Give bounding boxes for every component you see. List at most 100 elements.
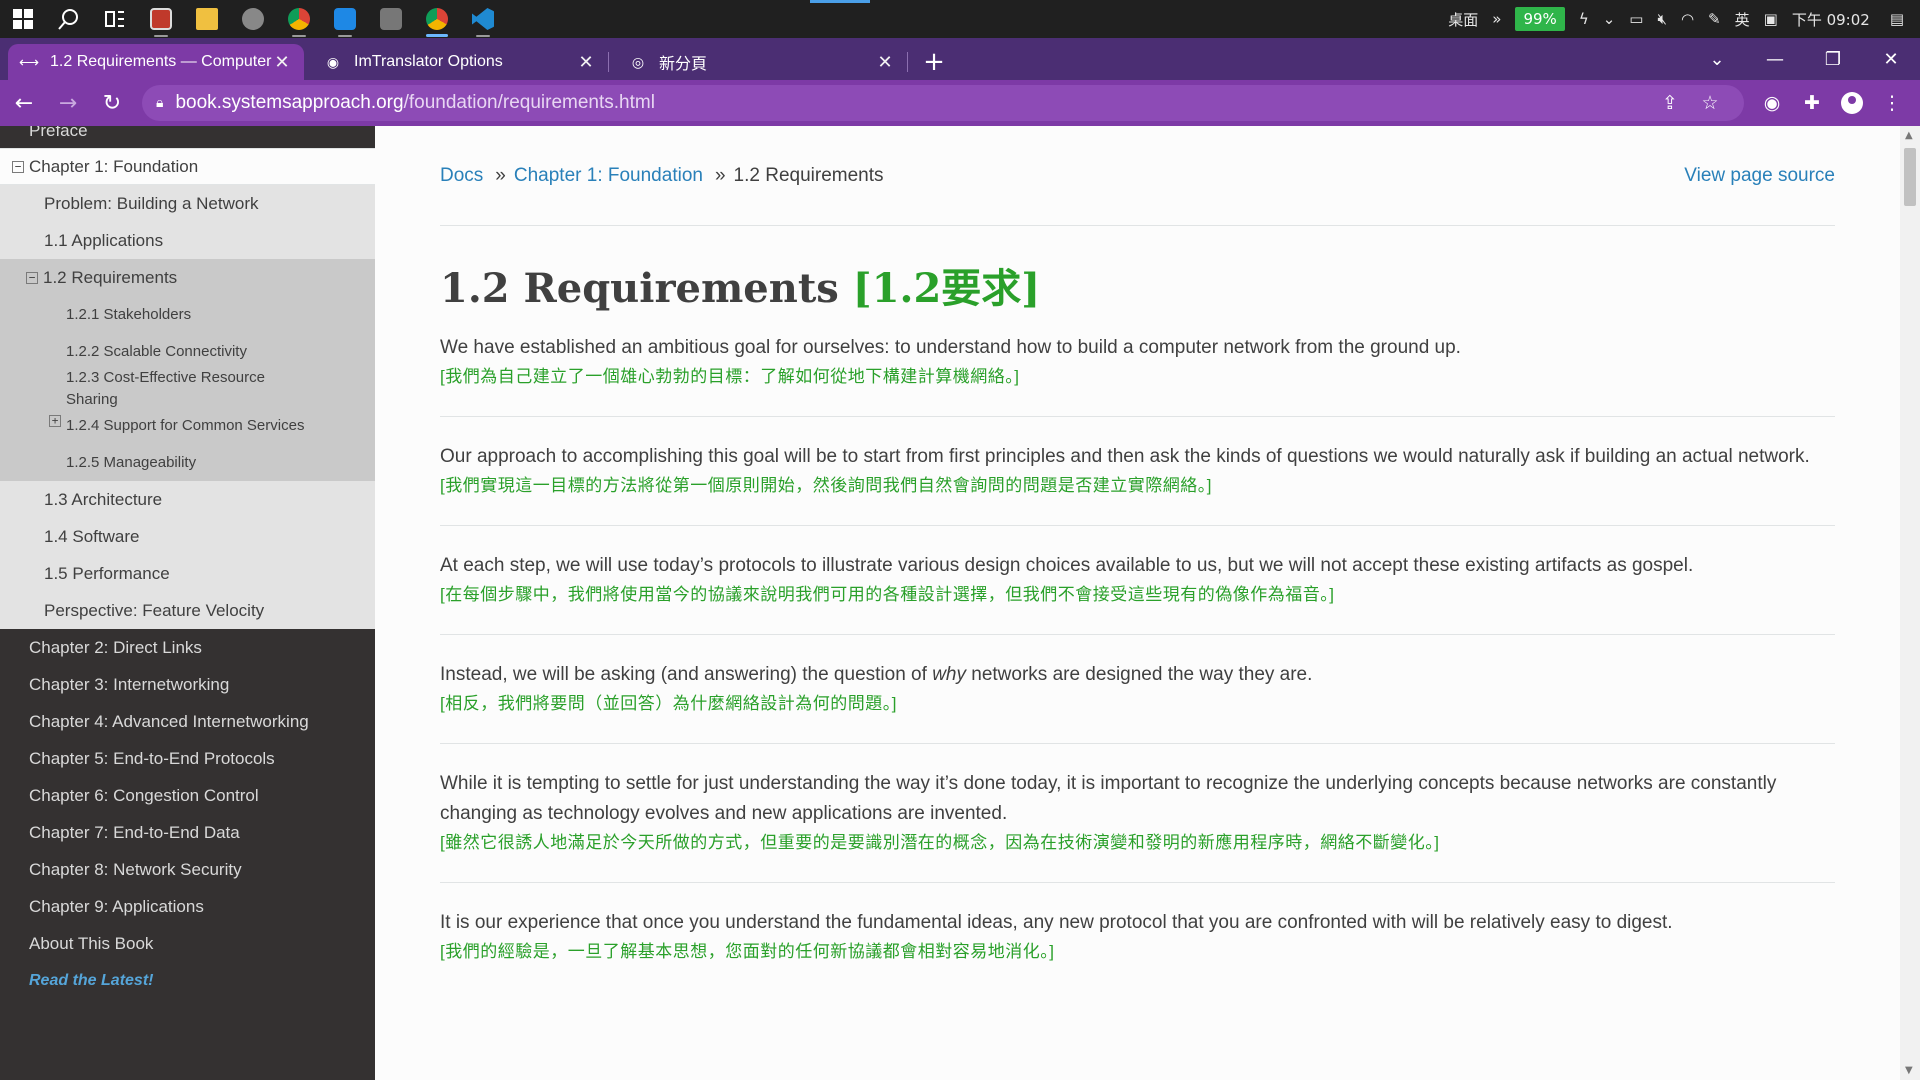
- new-tab-button[interactable]: +: [916, 44, 952, 80]
- close-tab-icon[interactable]: ✕: [576, 52, 596, 73]
- url-text[interactable]: book.systemsapproach.org/foundation/requ…: [175, 92, 1650, 114]
- sidebar-item-chapter-1[interactable]: − Chapter 1: Foundation: [0, 148, 375, 185]
- breadcrumb-separator: »: [495, 164, 506, 186]
- task-view-button[interactable]: [92, 0, 138, 38]
- paragraph-text: At each step, we will use today’s protoc…: [440, 555, 1694, 576]
- sidebar-item-preface[interactable]: Preface: [0, 126, 375, 148]
- sidebar-item-chapter-8[interactable]: Chapter 8: Network Security: [0, 851, 375, 888]
- pen-icon[interactable]: ✎: [1708, 10, 1721, 28]
- taskbar-app-chrome[interactable]: [276, 0, 322, 38]
- start-button[interactable]: [0, 0, 46, 38]
- battery-indicator[interactable]: 99%: [1515, 7, 1565, 31]
- taskbar-app-media[interactable]: [322, 0, 368, 38]
- share-icon[interactable]: ⇪: [1650, 92, 1690, 114]
- address-bar[interactable]: 🔒︎ book.systemsapproach.org/foundation/r…: [142, 85, 1744, 121]
- ime-language[interactable]: 英: [1735, 9, 1750, 30]
- wifi-icon[interactable]: ◠: [1681, 10, 1694, 28]
- back-button[interactable]: ←: [4, 83, 44, 123]
- vscode-icon: [472, 8, 494, 30]
- taskbar-app-chrome-profile[interactable]: [414, 0, 460, 38]
- tab-title: 1.2 Requirements — Computer: [50, 53, 272, 70]
- sidebar-item-problem[interactable]: Problem: Building a Network: [0, 185, 375, 222]
- main-content: Docs » Chapter 1: Foundation » 1.2 Requi…: [375, 126, 1900, 1080]
- paragraph-translation: [相反，我們將要問（並回答）為什麼網絡設計為何的問題。]: [440, 694, 897, 713]
- sidebar-item-about[interactable]: About This Book: [0, 925, 375, 962]
- taskbar-app-cloud[interactable]: [230, 0, 276, 38]
- paragraph: It is our experience that once you under…: [440, 883, 1835, 991]
- bookmark-star-icon[interactable]: ☆: [1690, 92, 1730, 114]
- sidebar-item-cost-effective[interactable]: 1.2.3 Cost-Effective Resource Sharing: [0, 369, 375, 408]
- sidebar-item-stakeholders[interactable]: 1.2.1 Stakeholders: [0, 296, 375, 333]
- ime-mode-icon[interactable]: ▣: [1764, 10, 1778, 28]
- scroll-down-arrow-icon[interactable]: ▼: [1905, 1065, 1913, 1076]
- url-path: /foundation/requirements.html: [403, 92, 655, 113]
- minimize-button[interactable]: —: [1746, 49, 1804, 70]
- sidebar-item-common-services[interactable]: + 1.2.4 Support for Common Services: [0, 407, 375, 444]
- collapse-toggle-icon[interactable]: −: [26, 271, 38, 284]
- lock-icon[interactable]: 🔒︎: [156, 95, 163, 111]
- imtranslator-extension-icon[interactable]: ◉: [1752, 83, 1792, 123]
- tab-requirements[interactable]: ⟷ 1.2 Requirements — Computer ✕: [8, 44, 304, 80]
- close-tab-icon[interactable]: ✕: [875, 52, 895, 73]
- sidebar-item-label: Chapter 1: Foundation: [29, 156, 199, 176]
- close-window-button[interactable]: ✕: [1862, 49, 1920, 70]
- book-favicon-icon: ⟷: [18, 53, 40, 70]
- sidebar-item-chapter-7[interactable]: Chapter 7: End-to-End Data: [0, 814, 375, 851]
- reload-button[interactable]: ↻: [92, 83, 132, 123]
- scroll-up-arrow-icon[interactable]: ▲: [1905, 130, 1913, 141]
- sidebar-item-chapter-3[interactable]: Chapter 3: Internetworking: [0, 666, 375, 703]
- sidebar-item-applications[interactable]: 1.1 Applications: [0, 222, 375, 259]
- breadcrumb-docs-link[interactable]: Docs: [440, 165, 483, 187]
- search-icon: [58, 9, 78, 30]
- taskbar-app-explorer[interactable]: [184, 0, 230, 38]
- sidebar-level2: Problem: Building a Network 1.1 Applicat…: [0, 185, 375, 629]
- collapse-toggle-icon[interactable]: −: [12, 160, 24, 173]
- breadcrumb-chapter-link[interactable]: Chapter 1: Foundation: [514, 165, 703, 187]
- clock[interactable]: 下午 09:02: [1792, 9, 1870, 30]
- sidebar-item-requirements[interactable]: − 1.2 Requirements: [0, 259, 375, 296]
- notification-icon[interactable]: ▤: [1890, 10, 1904, 28]
- taskbar-app-vscode[interactable]: [460, 0, 506, 38]
- tab-search-icon[interactable]: ⌄: [1688, 49, 1746, 70]
- battery-icon[interactable]: ▭: [1629, 10, 1643, 28]
- sidebar-item-manageability[interactable]: 1.2.5 Manageability: [0, 444, 375, 481]
- sidebar-item-chapter-2[interactable]: Chapter 2: Direct Links: [0, 629, 375, 666]
- tab-new-tab[interactable]: ◎ 新分頁 ✕: [617, 44, 907, 80]
- sidebar-item-chapter-6[interactable]: Chapter 6: Congestion Control: [0, 777, 375, 814]
- forward-button[interactable]: →: [48, 83, 88, 123]
- close-tab-icon[interactable]: ✕: [272, 52, 292, 73]
- chrome-favicon-icon: ◎: [631, 53, 645, 70]
- volume-muted-icon[interactable]: 🔇︎: [1657, 10, 1666, 28]
- scrollbar-thumb[interactable]: [1904, 148, 1916, 206]
- menu-kebab-icon[interactable]: ⋮: [1872, 83, 1912, 123]
- sidebar-item-chapter-4[interactable]: Chapter 4: Advanced Internetworking: [0, 703, 375, 740]
- sidebar-item-scalable-connectivity[interactable]: 1.2.2 Scalable Connectivity: [0, 333, 375, 370]
- arrow-right-icon: →: [58, 90, 78, 116]
- tab-separator: [608, 52, 609, 72]
- chevron-down-icon[interactable]: ⌄: [1603, 10, 1616, 28]
- read-latest-link[interactable]: Read the Latest!: [0, 962, 375, 999]
- sidebar-item-chapter-9[interactable]: Chapter 9: Applications: [0, 888, 375, 925]
- ime-desktop-label[interactable]: 桌面: [1448, 9, 1478, 30]
- page-title-text: 1.2 Requirements: [440, 265, 839, 312]
- sidebar-item-architecture[interactable]: 1.3 Architecture: [0, 481, 375, 518]
- paragraph-translation: [雖然它很誘人地滿足於今天所做的方式，但重要的是要識別潛在的概念，因為在技術演變…: [440, 833, 1440, 852]
- sidebar-item-feature-velocity[interactable]: Perspective: Feature Velocity: [0, 592, 375, 629]
- tab-imtranslator-options[interactable]: ◉ ImTranslator Options ✕: [312, 44, 608, 80]
- overflow-chevron-icon[interactable]: »: [1492, 10, 1501, 28]
- view-page-source-link[interactable]: View page source: [1684, 165, 1835, 187]
- extensions-puzzle-icon[interactable]: ✚: [1792, 83, 1832, 123]
- sidebar-item-software[interactable]: 1.4 Software: [0, 518, 375, 555]
- expand-toggle-icon[interactable]: +: [49, 415, 61, 427]
- tab-title: ImTranslator Options: [354, 53, 503, 70]
- restore-button[interactable]: ❐: [1804, 49, 1862, 70]
- page-scrollbar[interactable]: ▲ ▼: [1900, 126, 1920, 1080]
- taskbar-app-tool[interactable]: [368, 0, 414, 38]
- paragraph: We have established an ambitious goal fo…: [440, 311, 1835, 417]
- sidebar-item-performance[interactable]: 1.5 Performance: [0, 555, 375, 592]
- taskbar-app-reader[interactable]: [138, 0, 184, 38]
- sidebar-item-chapter-5[interactable]: Chapter 5: End-to-End Protocols: [0, 740, 375, 777]
- profile-button[interactable]: [1832, 83, 1872, 123]
- search-button[interactable]: [46, 0, 92, 38]
- sidebar-navigation: Preface − Chapter 1: Foundation Problem:…: [0, 126, 375, 1080]
